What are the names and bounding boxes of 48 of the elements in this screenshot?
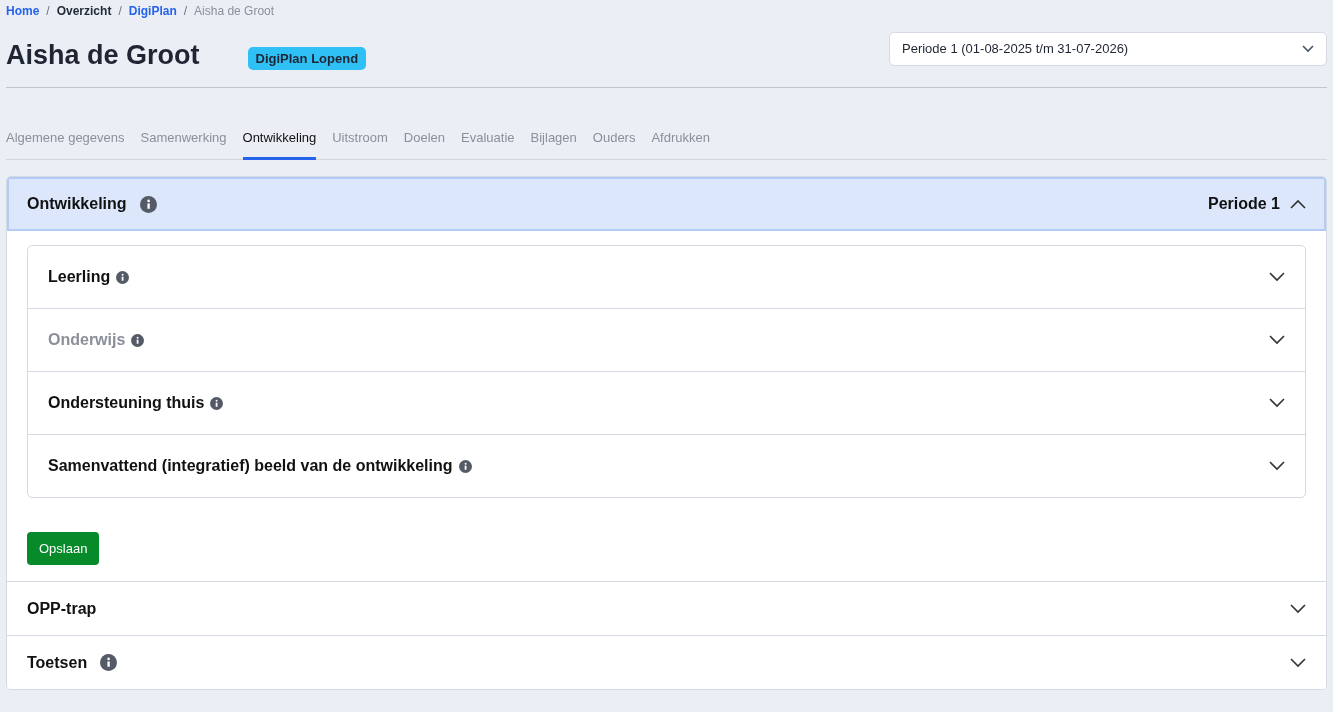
chevron-down-icon[interactable] <box>1269 398 1285 408</box>
info-icon[interactable] <box>116 270 130 284</box>
subsection-header[interactable]: Samenvattend (integratief) beeld van de ontwikkeling <box>28 434 1305 497</box>
tab[interactable]: Uitstroom <box>332 120 388 160</box>
subsection-header[interactable]: Leerling <box>28 246 1305 308</box>
chevron-down-icon[interactable] <box>1269 272 1285 282</box>
tab[interactable]: Afdrukken <box>651 120 710 160</box>
info-icon[interactable] <box>458 459 472 473</box>
chevron-down-icon[interactable] <box>1269 335 1285 345</box>
tab[interactable]: Ontwikkeling <box>242 120 317 160</box>
info-icon[interactable] <box>131 333 145 347</box>
period-select[interactable]: Periode 1 (01-08-2025 t/m 31-07-2026) <box>889 31 1327 66</box>
tab[interactable]: Algemene gegevens <box>6 120 125 160</box>
section-header[interactable]: Ontwikkeling Periode 1 <box>7 177 1326 231</box>
chevron-down-icon[interactable] <box>1290 657 1306 668</box>
chevron-down-icon[interactable] <box>1269 461 1285 471</box>
section-title: OPP-trap <box>27 599 97 618</box>
subsection-title: Samenvattend (integratief) beeld van de ontwikkeling <box>48 457 453 475</box>
subsection-header[interactable]: Ondersteuning thuis <box>28 371 1305 434</box>
subsection-header[interactable]: Onderwijs <box>28 308 1305 371</box>
section-header[interactable]: Toetsen <box>7 635 1326 689</box>
breadcrumb-link[interactable]: DigiPlan <box>128 4 177 18</box>
breadcrumb-separator: / <box>46 4 50 18</box>
page-title: Aisha de Groot <box>6 40 200 71</box>
chevron-up-icon[interactable] <box>1290 199 1306 209</box>
status-badge: DigiPlan Lopend <box>247 47 367 70</box>
breadcrumb-item: Aisha de Groot <box>194 4 275 18</box>
breadcrumb-link[interactable]: Home <box>6 4 40 18</box>
info-icon[interactable] <box>210 396 224 410</box>
tab[interactable]: Evaluatie <box>461 120 515 160</box>
tab[interactable]: Ouders <box>592 120 636 160</box>
breadcrumb-separator: / <box>118 4 122 18</box>
period-label: Periode 1 <box>1207 195 1280 213</box>
breadcrumb-separator: / <box>183 4 188 18</box>
subsection-title: Onderwijs <box>48 331 126 349</box>
tab[interactable]: Doelen <box>403 120 446 160</box>
section-title: Ontwikkeling <box>27 195 127 213</box>
section-title: Toetsen <box>27 653 88 672</box>
info-icon[interactable] <box>139 195 157 213</box>
info-icon[interactable] <box>100 654 118 671</box>
save-button[interactable]: Opslaan <box>27 532 100 565</box>
chevron-down-icon <box>1302 44 1314 53</box>
tab[interactable]: Bijlagen <box>530 120 577 160</box>
subsection-title: Leerling <box>48 268 111 286</box>
chevron-down-icon[interactable] <box>1290 603 1306 614</box>
subsection-title: Ondersteuning thuis <box>48 394 205 412</box>
breadcrumb-item: Overzicht <box>56 4 112 18</box>
tab[interactable]: Samenwerking <box>140 120 227 160</box>
